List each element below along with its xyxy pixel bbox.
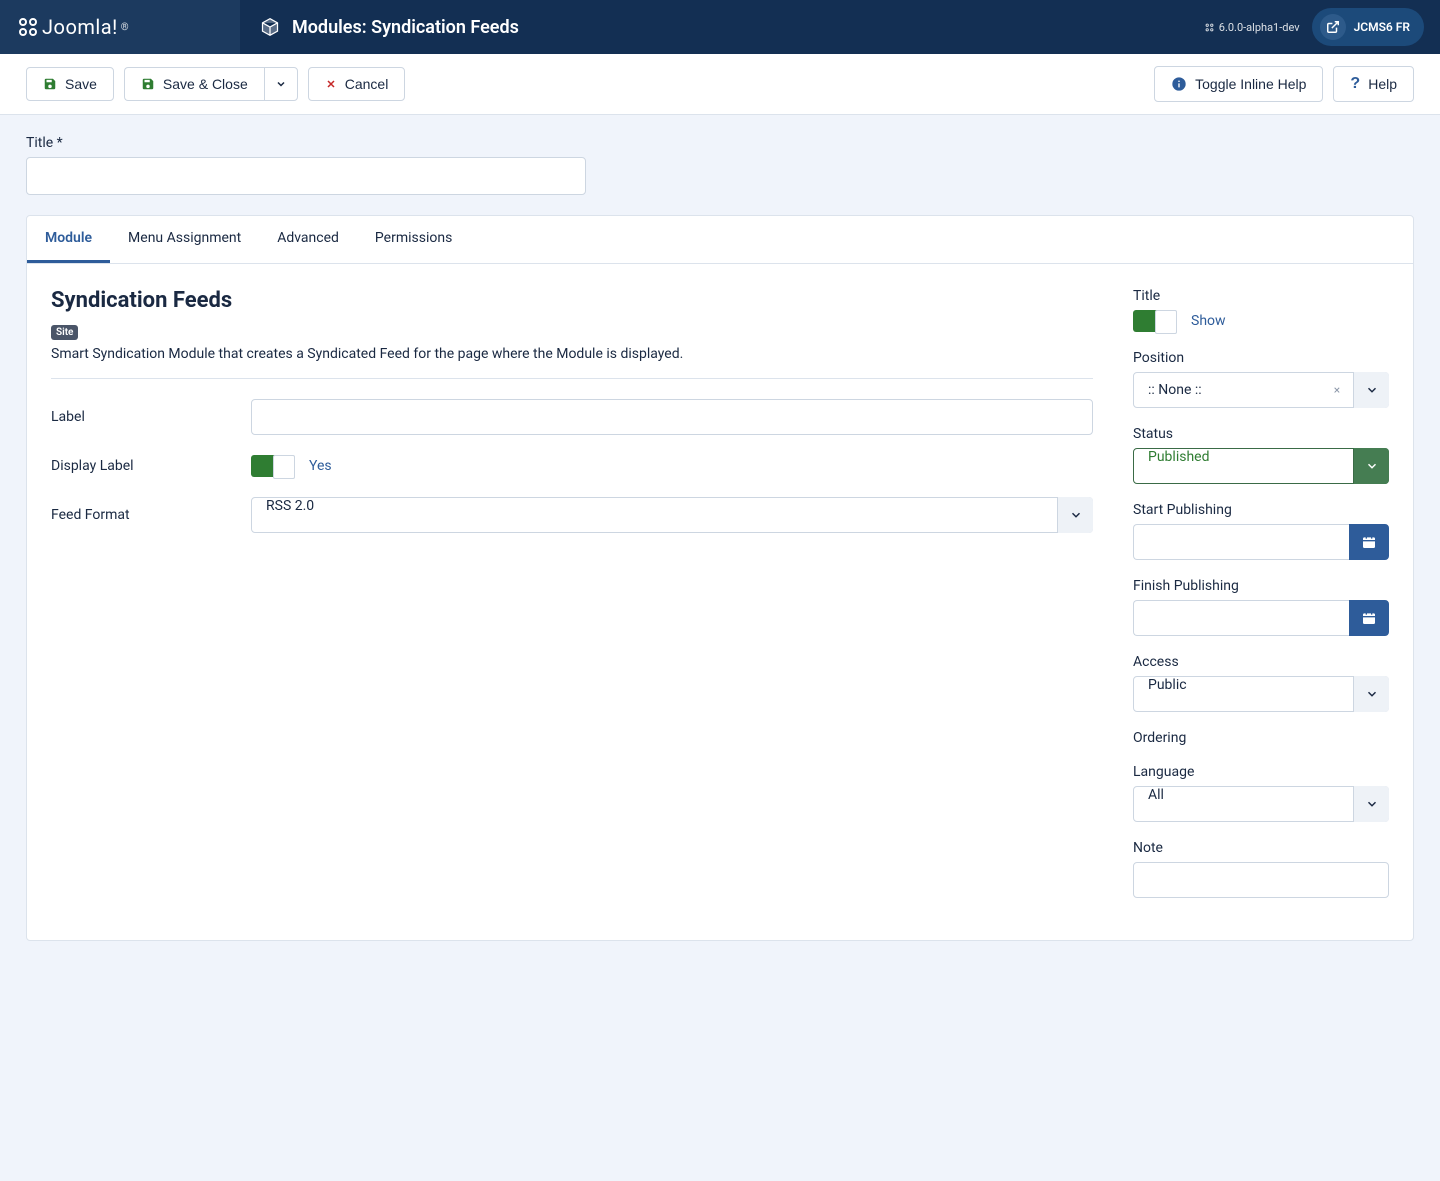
finish-publishing-calendar-button[interactable] xyxy=(1349,600,1389,636)
save-close-group: Save & Close xyxy=(124,67,298,101)
module-heading: Syndication Feeds xyxy=(51,288,1093,313)
title-input[interactable] xyxy=(26,157,586,195)
info-icon xyxy=(1171,76,1187,92)
chevron-down-icon xyxy=(275,78,287,90)
save-close-dropdown[interactable] xyxy=(264,67,298,101)
side-start-publishing-label: Start Publishing xyxy=(1133,502,1389,518)
side-finish-publishing-field: Finish Publishing xyxy=(1133,578,1389,636)
save-icon xyxy=(141,77,155,91)
tabs: Module Menu Assignment Advanced Permissi… xyxy=(27,216,1413,264)
note-input[interactable] xyxy=(1133,862,1389,898)
label-field-row: Label xyxy=(51,399,1093,435)
side-ordering-label: Ordering xyxy=(1133,730,1389,746)
finish-publishing-input[interactable] xyxy=(1133,600,1349,636)
side-position-label: Position xyxy=(1133,350,1389,366)
page-title: Modules: Syndication Feeds xyxy=(292,17,519,38)
title-show-state: Show xyxy=(1191,313,1226,329)
side-language-field: Language All xyxy=(1133,764,1389,822)
side-access-field: Access Public xyxy=(1133,654,1389,712)
user-menu[interactable]: JCMS6 FR xyxy=(1312,8,1424,46)
main-card: Module Menu Assignment Advanced Permissi… xyxy=(26,215,1414,941)
tab-module[interactable]: Module xyxy=(27,216,110,263)
topbar-right: 6.0.0-alpha1-dev JCMS6 FR xyxy=(1188,8,1440,46)
side-title-field: Title Show xyxy=(1133,288,1389,332)
title-label: Title * xyxy=(26,135,63,151)
save-icon xyxy=(43,77,57,91)
site-badge: Site xyxy=(51,325,78,340)
side-status-label: Status xyxy=(1133,426,1389,442)
label-input[interactable] xyxy=(251,399,1093,435)
side-language-label: Language xyxy=(1133,764,1389,780)
title-show-switch[interactable] xyxy=(1133,310,1177,332)
side-note-label: Note xyxy=(1133,840,1389,856)
side-note-field: Note xyxy=(1133,840,1389,898)
start-publishing-calendar-button[interactable] xyxy=(1349,524,1389,560)
version-badge[interactable]: 6.0.0-alpha1-dev xyxy=(1204,21,1300,34)
title-field-area: Title * xyxy=(0,115,1440,215)
joomla-small-icon xyxy=(1204,22,1215,33)
toggle-inline-help-button[interactable]: Toggle Inline Help xyxy=(1154,66,1323,102)
question-icon: ? xyxy=(1350,75,1360,93)
side-column: Title Show Position :: None :: × Status xyxy=(1133,288,1389,916)
brand-area[interactable]: Joomla!® xyxy=(0,0,240,54)
label-field-label: Label xyxy=(51,409,231,425)
module-description: Smart Syndication Module that creates a … xyxy=(51,346,1093,379)
page-title-area: Modules: Syndication Feeds xyxy=(240,17,1188,38)
side-status-field: Status Published xyxy=(1133,426,1389,484)
save-button[interactable]: Save xyxy=(26,67,114,101)
calendar-icon xyxy=(1361,610,1377,626)
topbar: Joomla!® Modules: Syndication Feeds 6.0.… xyxy=(0,0,1440,54)
side-position-field: Position :: None :: × xyxy=(1133,350,1389,408)
tab-advanced[interactable]: Advanced xyxy=(259,216,357,263)
access-select[interactable]: Public xyxy=(1133,676,1389,712)
side-access-label: Access xyxy=(1133,654,1389,670)
display-label-row: Display Label Yes xyxy=(51,455,1093,477)
position-clear-icon[interactable]: × xyxy=(1327,372,1347,408)
side-start-publishing-field: Start Publishing xyxy=(1133,502,1389,560)
main-column: Syndication Feeds Site Smart Syndication… xyxy=(51,288,1093,916)
side-title-label: Title xyxy=(1133,288,1389,304)
external-link-icon xyxy=(1320,14,1346,40)
cube-icon xyxy=(260,17,280,37)
feed-format-label: Feed Format xyxy=(51,507,231,523)
joomla-logo-icon xyxy=(16,15,40,39)
display-label-switch[interactable] xyxy=(251,455,295,477)
side-finish-publishing-label: Finish Publishing xyxy=(1133,578,1389,594)
save-close-button[interactable]: Save & Close xyxy=(124,67,264,101)
joomla-logo: Joomla!® xyxy=(16,15,129,39)
feed-format-row: Feed Format RSS 2.0 xyxy=(51,497,1093,533)
brand-text: Joomla! xyxy=(42,15,118,39)
help-button[interactable]: ? Help xyxy=(1333,66,1414,102)
brand-trademark: ® xyxy=(121,22,129,33)
tab-menu-assignment[interactable]: Menu Assignment xyxy=(110,216,259,263)
display-label-state: Yes xyxy=(309,458,332,474)
user-label: JCMS6 FR xyxy=(1354,20,1410,34)
status-select[interactable]: Published xyxy=(1133,448,1389,484)
language-select[interactable]: All xyxy=(1133,786,1389,822)
feed-format-select[interactable]: RSS 2.0 xyxy=(251,497,1093,533)
position-select[interactable]: :: None :: × xyxy=(1133,372,1389,408)
toolbar: Save Save & Close Cancel Toggle Inline H… xyxy=(0,54,1440,115)
side-ordering-field: Ordering xyxy=(1133,730,1389,746)
card-body: Syndication Feeds Site Smart Syndication… xyxy=(27,264,1413,940)
tab-permissions[interactable]: Permissions xyxy=(357,216,470,263)
display-label-label: Display Label xyxy=(51,458,231,474)
close-icon xyxy=(325,78,337,90)
calendar-icon xyxy=(1361,534,1377,550)
start-publishing-input[interactable] xyxy=(1133,524,1349,560)
cancel-button[interactable]: Cancel xyxy=(308,67,406,101)
